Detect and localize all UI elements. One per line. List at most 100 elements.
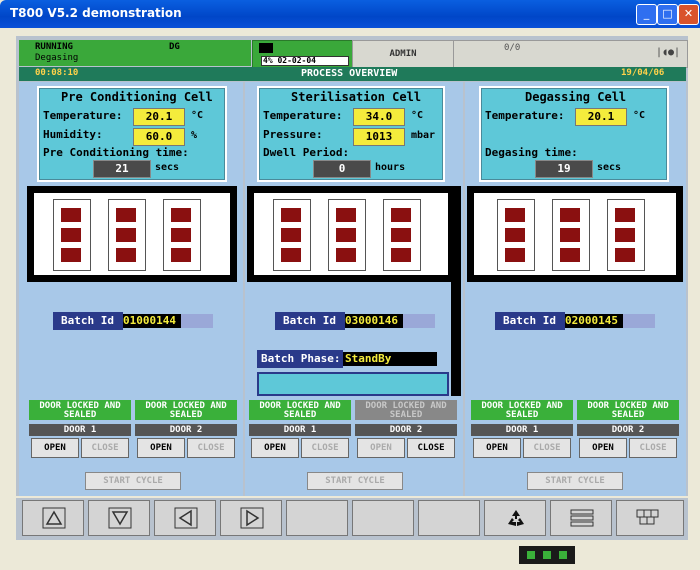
time-unit: secs xyxy=(155,162,180,173)
window-titlebar: T800 V5.2 demonstration _ □ ✕ xyxy=(0,0,700,28)
status-led xyxy=(543,551,551,559)
process-status: RUNNING DG Degasing xyxy=(19,40,251,66)
degassing-info: Degassing Cell Temperature: 20.1 °C Dega… xyxy=(479,86,669,182)
door1-status: DOOR LOCKED AND SEALED xyxy=(249,400,351,420)
door1-open-button[interactable]: OPEN xyxy=(251,438,299,458)
alarm-bell-icon[interactable]: |◖●| xyxy=(656,47,680,58)
run-state: RUNNING xyxy=(35,42,73,52)
batch-id-field: Batch Id 01000144 xyxy=(53,312,213,330)
door1-close-button[interactable]: CLOSE xyxy=(523,438,571,458)
door2-open-button[interactable]: OPEN xyxy=(357,438,405,458)
tray xyxy=(53,199,91,271)
door1-label: DOOR 1 xyxy=(471,424,573,436)
grid-button[interactable] xyxy=(616,500,684,536)
left-arrow-button[interactable] xyxy=(154,500,216,536)
temperature-unit: °C xyxy=(633,110,646,121)
time-value: 19 xyxy=(535,160,593,178)
door2-status: DOOR LOCKED AND SEALED xyxy=(355,400,457,420)
chamber-view xyxy=(27,186,237,282)
pressure-unit: mbar xyxy=(411,130,436,141)
recycle-icon xyxy=(508,510,524,526)
door1-status: DOOR LOCKED AND SEALED xyxy=(471,400,573,420)
start-cycle-button[interactable]: START CYCLE xyxy=(527,472,623,490)
batch-id-field: Batch Id 03000146 xyxy=(275,312,435,330)
start-cycle-button[interactable]: START CYCLE xyxy=(85,472,181,490)
batch-id-field: Batch Id 02000145 xyxy=(495,312,655,330)
date: 19/04/06 xyxy=(621,68,665,78)
time-unit: secs xyxy=(597,162,622,173)
blank-button[interactable] xyxy=(286,500,348,536)
right-arrow-icon xyxy=(240,507,264,529)
maximize-button[interactable]: □ xyxy=(657,4,678,25)
grid-icon xyxy=(636,509,659,525)
alarm-area[interactable]: 0/0 |◖●| xyxy=(453,40,688,68)
chamber-wall xyxy=(451,186,461,396)
humidity-value: 60.0 xyxy=(133,128,185,146)
list-button[interactable] xyxy=(550,500,612,536)
close-button[interactable]: ✕ xyxy=(678,4,699,25)
batch-id-value: 03000146 xyxy=(345,314,403,328)
pressure-value: 1013 xyxy=(353,128,405,146)
door2-open-button[interactable]: OPEN xyxy=(137,438,185,458)
batch-id-label: Batch Id xyxy=(275,312,345,330)
temperature-label: Temperature: xyxy=(263,109,343,122)
temperature-value: 34.0 xyxy=(353,108,405,126)
up-arrow-button[interactable] xyxy=(22,500,84,536)
left-arrow-icon xyxy=(174,507,198,529)
door1-label: DOOR 1 xyxy=(29,424,131,436)
door2-label: DOOR 2 xyxy=(577,424,679,436)
door1-open-button[interactable]: OPEN xyxy=(31,438,79,458)
pressure-label: Pressure: xyxy=(263,128,323,141)
blank-button[interactable] xyxy=(352,500,414,536)
door2-close-button[interactable]: CLOSE xyxy=(629,438,677,458)
recycle-button[interactable] xyxy=(484,500,546,536)
chamber-view xyxy=(247,186,457,282)
alarm-count: 0/0 xyxy=(504,43,521,53)
door2-status: DOOR LOCKED AND SEALED xyxy=(577,400,679,420)
sterilisation-panel: Sterilisation Cell Temperature: 34.0 °C … xyxy=(245,82,463,496)
preconditioning-info: Pre Conditioning Cell Temperature: 20.1 … xyxy=(37,86,227,182)
overview-header: 00:08:10 PROCESS OVERVIEW 19/04/06 xyxy=(19,67,686,81)
tray xyxy=(328,199,366,271)
page-title: PROCESS OVERVIEW xyxy=(301,68,398,79)
tray xyxy=(552,199,590,271)
preconditioning-panel: Pre Conditioning Cell Temperature: 20.1 … xyxy=(19,82,243,496)
batch-id-label: Batch Id xyxy=(53,312,123,330)
right-arrow-button[interactable] xyxy=(220,500,282,536)
tray xyxy=(273,199,311,271)
minimize-button[interactable]: _ xyxy=(636,4,657,25)
door2-label: DOOR 2 xyxy=(355,424,457,436)
door1-close-button[interactable]: CLOSE xyxy=(301,438,349,458)
door2-label: DOOR 2 xyxy=(135,424,237,436)
time-value: 21 xyxy=(93,160,151,178)
status-leds xyxy=(519,546,575,564)
door2-open-button[interactable]: OPEN xyxy=(579,438,627,458)
door1-open-button[interactable]: OPEN xyxy=(473,438,521,458)
door1-close-button[interactable]: CLOSE xyxy=(81,438,129,458)
cell-title: Sterilisation Cell xyxy=(291,90,422,104)
door1-label: DOOR 1 xyxy=(249,424,351,436)
temperature-label: Temperature: xyxy=(43,109,123,122)
window-title: T800 V5.2 demonstration xyxy=(10,6,182,20)
temperature-unit: °C xyxy=(411,110,424,121)
disk-icon xyxy=(259,43,273,53)
door2-close-button[interactable]: CLOSE xyxy=(187,438,235,458)
blank-button[interactable] xyxy=(418,500,480,536)
up-arrow-icon xyxy=(42,507,66,529)
status-led xyxy=(559,551,567,559)
list-icon xyxy=(570,509,594,527)
temperature-label: Temperature: xyxy=(485,109,565,122)
batch-phase-field: Batch Phase: StandBy xyxy=(257,350,437,368)
start-cycle-button[interactable]: START CYCLE xyxy=(307,472,403,490)
cell-title: Pre Conditioning Cell xyxy=(61,90,213,104)
batch-phase-value: StandBy xyxy=(343,352,437,366)
degassing-panel: Degassing Cell Temperature: 20.1 °C Dega… xyxy=(465,82,686,496)
door2-close-button[interactable]: CLOSE xyxy=(407,438,455,458)
user-button[interactable]: ADMIN xyxy=(352,40,454,68)
batch-id-value: 01000144 xyxy=(123,314,181,328)
tray xyxy=(607,199,645,271)
status-led xyxy=(527,551,535,559)
down-arrow-button[interactable] xyxy=(88,500,150,536)
humidity-unit: % xyxy=(191,130,198,141)
batch-id-value: 02000145 xyxy=(565,314,623,328)
